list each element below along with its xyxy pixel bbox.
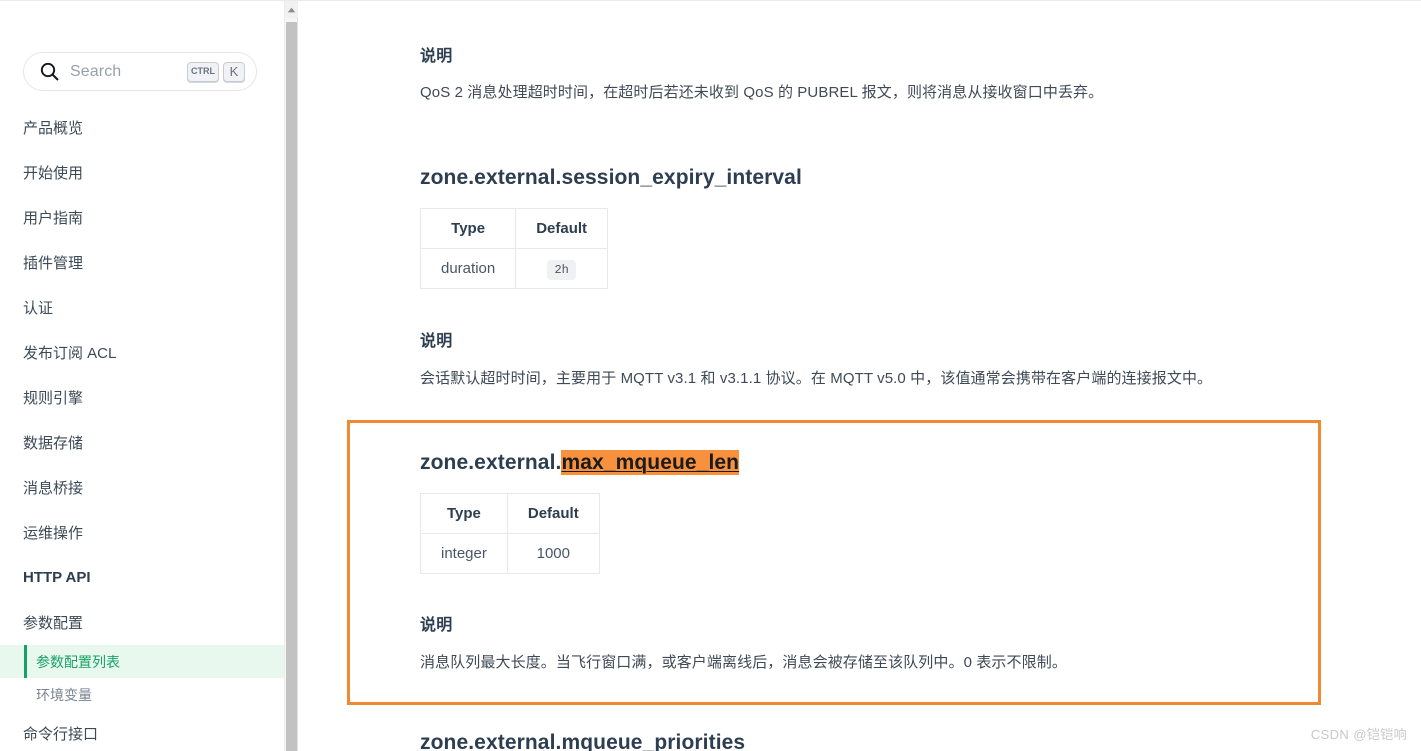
sidebar-item-label: 命令行接口 bbox=[23, 726, 99, 743]
sidebar-item-rule-engine[interactable]: 规则引擎 bbox=[0, 375, 284, 420]
column-header-default: Default bbox=[515, 208, 609, 249]
sidebar-item-label: 运维操作 bbox=[23, 525, 84, 542]
scroll-up-arrow-icon[interactable] bbox=[285, 1, 298, 18]
sidebar-item-label: 规则引擎 bbox=[23, 390, 84, 407]
sidebar-item-label: 发布订阅 ACL bbox=[23, 345, 117, 362]
sidebar-item-plugin-management[interactable]: 插件管理 bbox=[0, 240, 284, 285]
documentation-page: Search CTRL K 产品概览 开始使用 用户指南 插件管理 认证 发布订… bbox=[0, 0, 1421, 751]
sidebar-item-http-api[interactable]: HTTP API bbox=[0, 555, 284, 600]
column-header-type: Type bbox=[419, 208, 517, 249]
description-heading: 说明 bbox=[420, 48, 453, 65]
sidebar-item-label: 消息桥接 bbox=[23, 480, 84, 497]
main-content: 说明 QoS 2 消息处理超时时间，在超时后若还未收到 QoS 的 PUBREL… bbox=[299, 1, 1421, 751]
sidebar-scrollbar[interactable] bbox=[284, 1, 298, 751]
sidebar-item-parameter-config-list[interactable]: 参数配置列表 bbox=[0, 645, 284, 678]
sidebar-item-label: 用户指南 bbox=[23, 210, 84, 227]
spec-table-session-expiry-interval: Type Default duration 2h bbox=[419, 208, 609, 289]
table-row: duration 2h bbox=[419, 248, 609, 289]
spec-table-max-mqueue-len: Type Default integer 1000 bbox=[420, 493, 600, 574]
table-header-row: Type Default bbox=[420, 493, 600, 534]
sidebar-item-label: 参数配置 bbox=[23, 615, 84, 632]
description-paragraph: 消息队列最大长度。当飞行窗口满，或客户端离线后，消息会被存储至该队列中。0 表示… bbox=[420, 654, 1067, 671]
table-header-row: Type Default bbox=[419, 208, 609, 249]
description-heading: 说明 bbox=[420, 333, 453, 350]
sidebar-item-user-guide[interactable]: 用户指南 bbox=[0, 195, 284, 240]
kbd-ctrl: CTRL bbox=[187, 61, 219, 82]
search-icon bbox=[40, 62, 59, 81]
sidebar-item-label: 数据存储 bbox=[23, 435, 84, 452]
sidebar: Search CTRL K 产品概览 开始使用 用户指南 插件管理 认证 发布订… bbox=[0, 1, 284, 751]
sidebar-item-cli[interactable]: 命令行接口 bbox=[0, 711, 284, 751]
search-placeholder: Search bbox=[70, 62, 122, 80]
watermark: CSDN @铠铠响 bbox=[1310, 727, 1407, 742]
sidebar-item-environment-variables[interactable]: 环境变量 bbox=[0, 678, 284, 711]
sidebar-item-product-overview[interactable]: 产品概览 bbox=[0, 105, 284, 150]
sidebar-item-label: 认证 bbox=[23, 300, 54, 317]
parameter-heading-max-mqueue-len: zone.external.max_mqueue_len bbox=[420, 450, 740, 475]
parameter-highlighted-token: max_mqueue_len bbox=[561, 450, 740, 475]
sidebar-item-message-bridge[interactable]: 消息桥接 bbox=[0, 465, 284, 510]
sidebar-item-label: 参数配置列表 bbox=[36, 653, 120, 670]
cell-type: integer bbox=[420, 533, 508, 574]
search-shortcut-hint: CTRL K bbox=[187, 61, 245, 82]
sidebar-item-label: 产品概览 bbox=[23, 120, 84, 137]
description-paragraph: 会话默认超时时间，主要用于 MQTT v3.1 和 v3.1.1 协议。在 MQ… bbox=[420, 370, 1213, 387]
cell-type: duration bbox=[419, 248, 517, 289]
sidebar-item-label: HTTP API bbox=[23, 569, 91, 586]
kbd-k: K bbox=[223, 61, 245, 82]
parameter-heading-session-expiry-interval: zone.external.session_expiry_interval bbox=[420, 166, 802, 189]
description-paragraph: QoS 2 消息处理超时时间，在超时后若还未收到 QoS 的 PUBREL 报文… bbox=[420, 84, 1104, 101]
sidebar-item-label: 开始使用 bbox=[23, 165, 84, 182]
scrollbar-thumb[interactable] bbox=[286, 22, 297, 751]
sidebar-item-operations[interactable]: 运维操作 bbox=[0, 510, 284, 555]
default-value-code: 2h bbox=[547, 260, 576, 280]
column-header-type: Type bbox=[420, 493, 508, 534]
table-row: integer 1000 bbox=[420, 533, 600, 574]
sidebar-item-label: 环境变量 bbox=[36, 686, 92, 703]
sidebar-item-parameter-config[interactable]: 参数配置 bbox=[0, 600, 284, 645]
description-heading: 说明 bbox=[420, 617, 453, 634]
sidebar-item-pubsub-acl[interactable]: 发布订阅 ACL bbox=[0, 330, 284, 375]
sidebar-item-authentication[interactable]: 认证 bbox=[0, 285, 284, 330]
sidebar-item-data-storage[interactable]: 数据存储 bbox=[0, 420, 284, 465]
cell-default: 2h bbox=[515, 248, 609, 289]
sidebar-nav: 产品概览 开始使用 用户指南 插件管理 认证 发布订阅 ACL 规则引擎 数据存… bbox=[0, 105, 284, 751]
parameter-prefix: zone.external. bbox=[420, 451, 562, 474]
search-input[interactable]: Search CTRL K bbox=[23, 52, 257, 91]
sidebar-item-getting-started[interactable]: 开始使用 bbox=[0, 150, 284, 195]
column-header-default: Default bbox=[506, 493, 600, 534]
sidebar-item-label: 插件管理 bbox=[23, 255, 84, 272]
cell-default: 1000 bbox=[506, 533, 600, 574]
parameter-heading-mqueue-priorities: zone.external.mqueue_priorities bbox=[420, 731, 746, 751]
